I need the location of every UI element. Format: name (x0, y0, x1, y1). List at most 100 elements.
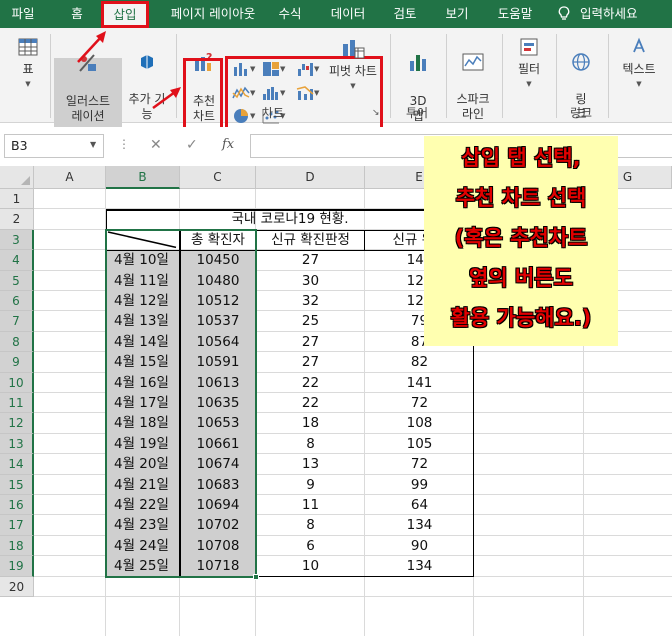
text-icon (633, 37, 645, 53)
row-header-13[interactable]: 13 (0, 433, 34, 455)
row-header-20[interactable]: 20 (0, 576, 34, 597)
header-cell[interactable]: 신규 확진판정 (256, 230, 365, 251)
hierarchy-chart-dropdown-icon[interactable]: ▼ (280, 65, 285, 73)
value-cell[interactable]: 64 (365, 495, 474, 516)
value-cell[interactable]: 105 (365, 434, 474, 455)
sparklines-icon (462, 53, 484, 71)
row-header-2[interactable]: 2 (0, 209, 34, 230)
menu-tab-formulas[interactable]: 수식 (272, 0, 308, 28)
name-box-dropdown-icon[interactable]: ▼ (90, 140, 96, 149)
row-header-11[interactable]: 11 (0, 393, 34, 414)
column-chart-dropdown-icon[interactable]: ▼ (250, 65, 255, 73)
column-header-b[interactable]: B (106, 166, 180, 189)
value-cell[interactable]: 13 (256, 454, 365, 475)
callout-line-3: (혹은 추천차트 (454, 226, 588, 250)
combo-chart-icon[interactable] (296, 85, 314, 101)
waterfall-chart-dropdown-icon[interactable]: ▼ (314, 65, 319, 73)
charts-dialog-launcher-icon[interactable]: ↘ (372, 108, 380, 118)
combo-chart-dropdown-icon[interactable]: ▼ (314, 89, 319, 97)
3d-map-icon (410, 55, 426, 71)
value-cell[interactable]: 8 (256, 434, 365, 455)
menu-tab-file[interactable]: 파일 (6, 0, 40, 28)
value-cell[interactable]: 22 (256, 393, 365, 414)
table-button[interactable]: 표 ▼ (10, 36, 46, 92)
waterfall-chart-icon[interactable] (296, 61, 314, 77)
value-cell[interactable]: 90 (365, 536, 474, 557)
value-cell[interactable]: 30 (256, 271, 365, 292)
hierarchy-chart-icon[interactable] (262, 61, 280, 77)
row-header-14[interactable]: 14 (0, 454, 34, 475)
row-header-15[interactable]: 15 (0, 474, 34, 495)
row-header-18[interactable]: 18 (0, 535, 34, 557)
row-header-1[interactable]: 1 (0, 189, 34, 210)
row-header-7[interactable]: 7 (0, 311, 34, 332)
value-cell[interactable]: 27 (256, 332, 365, 353)
value-cell[interactable]: 8 (256, 515, 365, 536)
pivot-chart-label: 피벗 차트 (329, 64, 377, 78)
row-header-6[interactable]: 6 (0, 291, 34, 312)
value-cell[interactable]: 99 (365, 475, 474, 496)
select-all-button[interactable] (0, 166, 34, 189)
value-cell[interactable]: 11 (256, 495, 365, 516)
column-header-d[interactable]: D (256, 166, 365, 189)
insert-tab-highlight (101, 1, 149, 28)
value-cell[interactable]: 6 (256, 536, 365, 557)
filter-button[interactable]: 필터 ▼ (512, 36, 546, 92)
value-cell[interactable]: 10 (256, 556, 365, 577)
menu-tab-help[interactable]: 도움말 (492, 0, 538, 28)
value-cell[interactable]: 25 (256, 311, 365, 332)
more-icon: ⋮ (118, 137, 130, 151)
row-header-12[interactable]: 12 (0, 413, 34, 434)
value-cell[interactable]: 72 (365, 393, 474, 414)
value-cell[interactable]: 18 (256, 413, 365, 434)
value-cell[interactable]: 108 (365, 413, 474, 434)
cancel-icon[interactable]: ✕ (150, 137, 162, 153)
menu-tab-view[interactable]: 보기 (440, 0, 474, 28)
line-chart-icon[interactable] (232, 85, 250, 101)
statistic-chart-dropdown-icon[interactable]: ▼ (280, 89, 285, 97)
value-cell[interactable]: 141 (365, 373, 474, 394)
row-header-16[interactable]: 16 (0, 495, 34, 516)
column-chart-icon[interactable] (232, 61, 250, 77)
line-chart-dropdown-icon[interactable]: ▼ (250, 89, 255, 97)
callout-line-5: 활용 가능해요.) (450, 306, 592, 330)
text-button[interactable]: 텍스트 ▼ (614, 36, 664, 92)
value-cell[interactable]: 134 (365, 556, 474, 577)
row-header-10[interactable]: 10 (0, 372, 34, 393)
link-icon (572, 53, 590, 71)
addins-icon (141, 55, 153, 69)
column-header-c[interactable]: C (180, 166, 256, 189)
menu-tab-review[interactable]: 검토 (388, 0, 422, 28)
statistic-chart-icon[interactable] (262, 85, 280, 101)
fill-handle[interactable] (253, 573, 259, 580)
row-header-4[interactable]: 4 (0, 250, 34, 271)
value-cell[interactable]: 32 (256, 291, 365, 312)
row-header-9[interactable]: 9 (0, 352, 34, 373)
value-cell[interactable]: 22 (256, 373, 365, 394)
row-header-5[interactable]: 5 (0, 270, 34, 291)
insert-function-icon[interactable]: fx (222, 137, 234, 152)
pivot-chart-button[interactable]: 피벗 차트 ▼ (328, 36, 378, 94)
row-header-17[interactable]: 17 (0, 515, 34, 536)
value-cell[interactable]: 27 (256, 250, 365, 271)
value-cell[interactable]: 82 (365, 352, 474, 373)
search-help-label[interactable]: 입력하세요 (580, 0, 660, 28)
value-cell[interactable]: 9 (256, 475, 365, 496)
pivot-chart-icon (343, 40, 365, 59)
name-box[interactable]: B3 (4, 134, 104, 158)
menu-tab-data[interactable]: 데이터 (326, 0, 370, 28)
pie-chart-dropdown-icon[interactable]: ▼ (250, 112, 255, 120)
enter-icon[interactable]: ✓ (186, 137, 198, 153)
menu-tab-home[interactable]: 홈 (62, 0, 92, 28)
column-header-a[interactable]: A (34, 166, 106, 189)
row-header-19[interactable]: 19 (0, 556, 34, 577)
value-cell[interactable]: 72 (365, 454, 474, 475)
value-cell[interactable]: 134 (365, 515, 474, 536)
tours-group-label: 투어 (406, 106, 429, 120)
menu-tab-page-layout[interactable]: 페이지 레이아웃 (158, 0, 268, 28)
value-cell[interactable]: 27 (256, 352, 365, 373)
sparklines-button[interactable]: 스파크 라인 (452, 36, 494, 122)
pie-chart-icon[interactable] (232, 108, 250, 124)
row-header-3[interactable]: 3 (0, 229, 34, 251)
row-header-8[interactable]: 8 (0, 331, 34, 353)
